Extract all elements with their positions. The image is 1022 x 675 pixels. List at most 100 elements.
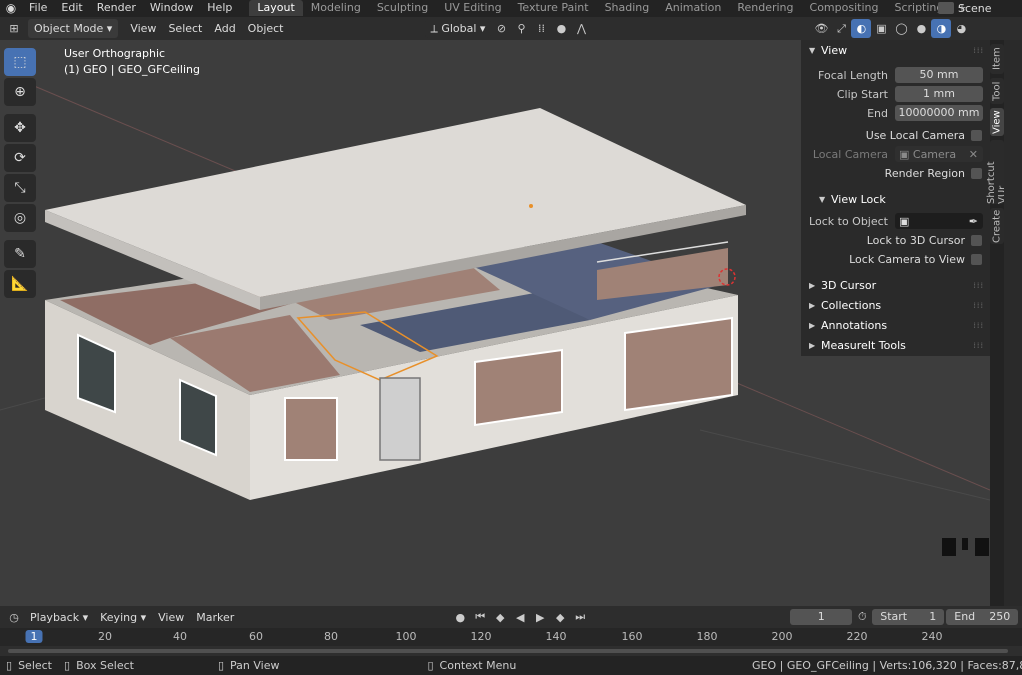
stopwatch-icon[interactable]: ⏱ bbox=[852, 608, 872, 627]
move-tool-icon[interactable]: ✥ bbox=[4, 114, 36, 142]
tab-modeling[interactable]: Modeling bbox=[303, 0, 369, 16]
use-local-camera-checkbox[interactable] bbox=[971, 130, 982, 141]
orientation-dropdown[interactable]: ⟂ Global ▾ bbox=[424, 19, 492, 38]
lock-camera-checkbox[interactable] bbox=[971, 254, 982, 265]
mode-dropdown[interactable]: Object Mode ▾ bbox=[28, 19, 119, 38]
annotate-tool-icon[interactable]: ✎ bbox=[4, 240, 36, 268]
rendered-shading-icon[interactable]: ◕ bbox=[951, 19, 971, 38]
falloff-icon[interactable]: ⋀ bbox=[571, 19, 591, 38]
render-region-checkbox[interactable] bbox=[971, 168, 982, 179]
cursor-tool-icon[interactable]: ⊕ bbox=[4, 78, 36, 106]
tab-compositing[interactable]: Compositing bbox=[802, 0, 887, 16]
tab-layout[interactable]: Layout bbox=[249, 0, 303, 16]
menu-select[interactable]: Select bbox=[162, 19, 208, 38]
workspace-tabs: Layout Modeling Sculpting UV Editing Tex… bbox=[249, 0, 972, 16]
collections-section[interactable]: ▶ Collections ⁞⁞⁞ bbox=[801, 295, 990, 315]
playhead-frame[interactable]: 1 bbox=[25, 630, 43, 643]
focal-length-field[interactable]: 50 mm bbox=[895, 67, 983, 83]
clip-start-field[interactable]: 1 mm bbox=[895, 86, 983, 102]
view-section-header[interactable]: ▼ View ⁞⁞⁞ bbox=[801, 40, 990, 60]
prev-keyframe-icon[interactable]: ◆ bbox=[490, 608, 510, 627]
drag-handle-icon[interactable]: ⁞⁞⁞ bbox=[973, 321, 984, 330]
menu-add[interactable]: Add bbox=[208, 19, 241, 38]
tab-create[interactable]: Create bbox=[990, 208, 1004, 244]
ruler-tick: 120 bbox=[470, 630, 492, 643]
timeline-editor-icon[interactable]: ◷ bbox=[4, 608, 24, 627]
snap-target-icon[interactable]: ⁞⁞ bbox=[531, 19, 551, 38]
annotations-section[interactable]: ▶ Annotations ⁞⁞⁞ bbox=[801, 315, 990, 335]
clear-icon[interactable]: ✕ bbox=[969, 148, 978, 161]
menu-view[interactable]: View bbox=[124, 19, 162, 38]
menu-window[interactable]: Window bbox=[143, 0, 200, 16]
eyedropper-icon[interactable]: ✒ bbox=[969, 215, 978, 228]
scene-stats: GEO | GEO_GFCeiling | Verts:106,320 | Fa… bbox=[752, 659, 1022, 672]
jump-start-icon[interactable]: ⏮ bbox=[470, 608, 490, 627]
tab-item[interactable]: Item bbox=[990, 44, 1004, 74]
record-icon[interactable]: ● bbox=[450, 608, 470, 627]
wireframe-shading-icon[interactable]: ◯ bbox=[891, 19, 911, 38]
lock-3d-cursor-checkbox[interactable] bbox=[971, 235, 982, 246]
tab-texture-paint[interactable]: Texture Paint bbox=[510, 0, 597, 16]
scene-selector[interactable]: Scene bbox=[938, 0, 1022, 16]
solid-shading-icon[interactable]: ● bbox=[911, 19, 931, 38]
menu-timeline-view[interactable]: View bbox=[152, 608, 190, 627]
view-lock-header[interactable]: ▼ View Lock bbox=[801, 189, 990, 209]
overlays-icon[interactable]: ◐ bbox=[851, 19, 872, 38]
tab-animation[interactable]: Animation bbox=[657, 0, 729, 16]
blender-logo-icon[interactable]: ◉ bbox=[0, 0, 22, 16]
material-shading-icon[interactable]: ◑ bbox=[931, 19, 952, 38]
editor-type-icon[interactable]: ⊞ bbox=[4, 19, 24, 38]
view-lock-title: View Lock bbox=[831, 192, 886, 206]
select-box-tool-icon[interactable]: ⬚ bbox=[4, 48, 36, 76]
visibility-icon[interactable]: 👁 bbox=[811, 19, 831, 38]
menu-marker[interactable]: Marker bbox=[190, 608, 240, 627]
scale-tool-icon[interactable]: ⤡ bbox=[4, 174, 36, 202]
next-keyframe-icon[interactable]: ◆ bbox=[550, 608, 570, 627]
start-frame-field[interactable]: Start 1 bbox=[872, 609, 945, 625]
timeline-ruler[interactable]: 1 20 40 60 80 100 120 140 160 180 200 22… bbox=[0, 628, 1022, 646]
drag-handle-icon[interactable]: ⁞⁞⁞ bbox=[973, 46, 984, 55]
jump-end-icon[interactable]: ⏭ bbox=[570, 608, 590, 627]
scrollbar-thumb[interactable] bbox=[8, 649, 1008, 653]
ruler-tick: 20 bbox=[98, 630, 112, 643]
window-front-2 bbox=[474, 348, 563, 427]
start-value: 1 bbox=[929, 610, 937, 623]
drag-handle-icon[interactable]: ⁞⁞⁞ bbox=[973, 301, 984, 310]
menu-file[interactable]: File bbox=[22, 0, 54, 16]
drag-handle-icon[interactable]: ⁞⁞⁞ bbox=[973, 281, 984, 290]
tab-shortcut-vur[interactable]: Shortcut VUr bbox=[986, 140, 1008, 204]
timeline-scrollbar[interactable] bbox=[0, 646, 1022, 656]
tab-view[interactable]: View bbox=[990, 108, 1004, 136]
clip-end-field[interactable]: 10000000 mm bbox=[895, 105, 983, 121]
3d-cursor-section[interactable]: ▶ 3D Cursor ⁞⁞⁞ bbox=[801, 275, 990, 295]
play-reverse-icon[interactable]: ◀ bbox=[510, 608, 530, 627]
section-title: Collections bbox=[821, 298, 882, 312]
play-icon[interactable]: ▶ bbox=[530, 608, 550, 627]
measureit-section[interactable]: ▶ MeasureIt Tools ⁞⁞⁞ bbox=[801, 335, 990, 355]
rotate-tool-icon[interactable]: ⟳ bbox=[4, 144, 36, 172]
lock-object-field[interactable]: ▣ ✒ bbox=[895, 213, 983, 229]
xray-icon[interactable]: ▣ bbox=[871, 19, 891, 38]
menu-keying[interactable]: Keying ▾ bbox=[94, 608, 152, 627]
drag-handle-icon[interactable]: ⁞⁞⁞ bbox=[973, 341, 984, 350]
proportional-edit-icon[interactable]: ● bbox=[551, 19, 571, 38]
transform-tool-icon[interactable]: ◎ bbox=[4, 204, 36, 232]
tab-shading[interactable]: Shading bbox=[597, 0, 658, 16]
tab-sculpting[interactable]: Sculpting bbox=[369, 0, 436, 16]
menu-render[interactable]: Render bbox=[90, 0, 143, 16]
menu-playback[interactable]: Playback ▾ bbox=[24, 608, 94, 627]
measure-tool-icon[interactable]: 📐 bbox=[4, 270, 36, 298]
menu-help[interactable]: Help bbox=[200, 0, 239, 16]
end-frame-field[interactable]: End 250 bbox=[946, 609, 1019, 625]
menu-object[interactable]: Object bbox=[242, 19, 290, 38]
gizmo-icon[interactable]: ⤢ bbox=[831, 19, 851, 38]
menu-edit[interactable]: Edit bbox=[54, 0, 89, 16]
local-camera-field[interactable]: ▣ Camera ✕ bbox=[895, 146, 983, 162]
ruler-tick: 240 bbox=[921, 630, 943, 643]
pivot-icon[interactable]: ⊘ bbox=[491, 19, 511, 38]
tab-uv-editing[interactable]: UV Editing bbox=[436, 0, 509, 16]
snap-icon[interactable]: ⚲ bbox=[511, 19, 531, 38]
tab-tool[interactable]: Tool bbox=[990, 78, 1004, 104]
tab-rendering[interactable]: Rendering bbox=[729, 0, 801, 16]
current-frame-field[interactable]: 1 bbox=[790, 609, 853, 625]
